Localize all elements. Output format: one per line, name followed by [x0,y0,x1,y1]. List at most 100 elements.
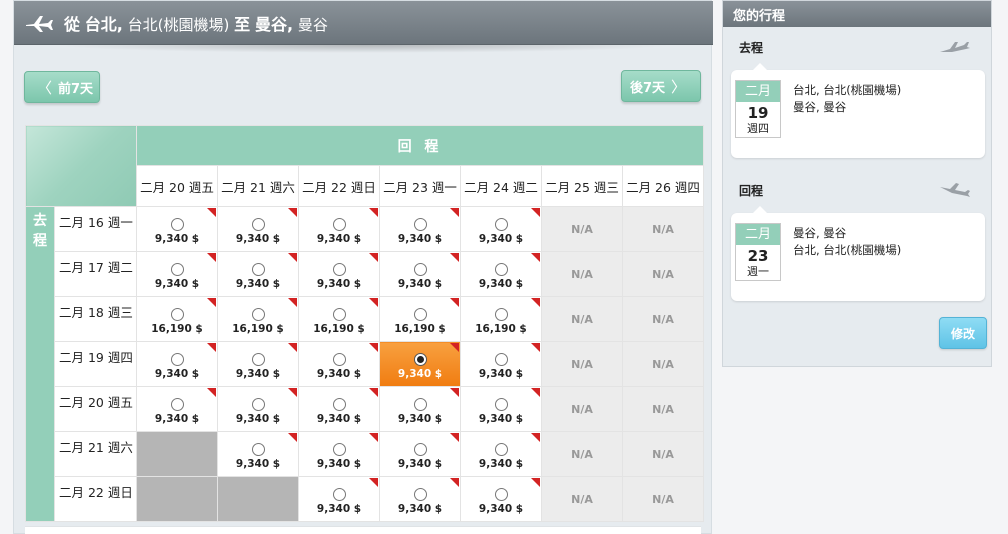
fare-cell[interactable]: 16,190 $ [136,296,218,342]
fare-cell[interactable]: 9,340 $ [217,386,299,432]
fare-radio[interactable] [413,307,427,321]
fare-cell[interactable]: 9,340 $ [298,341,380,387]
table-row: 二月 22 週日 9,340 $ 9,340 $ 9,340 $ N/A N/A [26,476,704,522]
fare-cell[interactable]: 9,340 $ [298,251,380,297]
fare-radio[interactable] [170,307,184,321]
fare-cell[interactable]: 9,340 $ [460,251,542,297]
itinerary-panel: 您的行程 去程 二月 19 週四 台北, 台北(桃園機場) 曼谷, 曼谷 回程 … [722,0,992,367]
table-row: 二月 19 週四 9,340 $ 9,340 $ 9,340 $ 9,340 $ 9,34… [26,341,704,387]
na-cell: N/A [541,296,623,342]
return-label: 回程 [739,184,764,198]
fare-cell[interactable]: 16,190 $ [298,296,380,342]
fare-radio[interactable] [251,262,265,276]
fare-cell[interactable]: 9,340 $ [136,251,218,297]
fare-price: 9,340 $ [154,412,200,425]
airplane-takeoff-icon [940,42,970,52]
unavailable-cell [217,476,299,522]
fare-radio[interactable] [494,307,508,321]
fare-cell[interactable]: 9,340 $ [379,341,461,387]
fare-radio[interactable] [494,397,508,411]
fare-radio[interactable] [332,397,346,411]
unavailable-cell [136,431,218,477]
fare-price: 16,190 $ [151,322,203,335]
fare-radio[interactable] [494,352,508,366]
fare-radio[interactable] [170,397,184,411]
fare-price: 16,190 $ [475,322,527,335]
fare-radio[interactable] [494,262,508,276]
fare-flag-icon [369,343,378,352]
fare-flag-icon [288,208,297,217]
fare-cell[interactable]: 9,340 $ [298,476,380,522]
fare-price: 9,340 $ [316,232,362,245]
fare-radio[interactable] [413,217,427,231]
fare-flag-icon [369,433,378,442]
fare-radio[interactable] [170,217,184,231]
fare-cell[interactable]: 16,190 $ [217,296,299,342]
fare-radio[interactable] [413,442,427,456]
fare-cell[interactable]: 9,340 $ [460,206,542,252]
fare-radio[interactable] [332,307,346,321]
fare-cell[interactable]: 9,340 $ [379,476,461,522]
fare-price: 9,340 $ [478,367,524,380]
fare-cell[interactable]: 9,340 $ [298,206,380,252]
fare-radio[interactable] [332,352,346,366]
edit-button[interactable]: 修改 [939,317,987,349]
return-date-header: 二月 21 週六 [217,165,299,207]
fare-radio[interactable] [413,262,427,276]
fare-flag-icon [531,433,540,442]
fare-cell[interactable]: 9,340 $ [460,431,542,477]
fare-radio[interactable] [170,352,184,366]
fare-price: 16,190 $ [313,322,365,335]
fare-radio[interactable] [413,352,427,366]
fare-radio[interactable] [251,442,265,456]
fare-cell[interactable]: 9,340 $ [298,386,380,432]
fare-price: 9,340 $ [478,502,524,515]
fare-radio[interactable] [413,397,427,411]
fare-radio[interactable] [251,352,265,366]
fare-flag-icon [450,433,459,442]
fare-radio[interactable] [494,217,508,231]
fare-radio[interactable] [251,397,265,411]
fare-radio[interactable] [332,262,346,276]
fare-flag-icon [531,388,540,397]
fare-radio[interactable] [494,442,508,456]
fare-cell[interactable]: 9,340 $ [379,431,461,477]
fare-cell[interactable]: 9,340 $ [298,431,380,477]
fare-price: 9,340 $ [316,277,362,290]
fare-cell[interactable]: 9,340 $ [379,251,461,297]
fare-radio[interactable] [251,217,265,231]
fare-cell[interactable]: 9,340 $ [217,341,299,387]
next-7-days-button[interactable]: 後7天 〉 [621,70,701,102]
prev-7-days-button[interactable]: 〈 前7天 [24,71,100,103]
na-cell: N/A [622,206,704,252]
fare-cell[interactable]: 9,340 $ [460,341,542,387]
fare-cell[interactable]: 9,340 $ [136,386,218,432]
fare-cell[interactable]: 9,340 $ [217,431,299,477]
fare-cell[interactable]: 9,340 $ [379,386,461,432]
fare-cell[interactable]: 9,340 $ [217,251,299,297]
return-date-header: 二月 24 週二 [460,165,542,207]
return-route: 曼谷, 曼谷 台北, 台北(桃園機場) [793,226,902,257]
fare-cell[interactable]: 16,190 $ [460,296,542,342]
fare-cell[interactable]: 9,340 $ [460,386,542,432]
outbound-date: 二月 17 週二 [54,251,137,297]
fare-radio[interactable] [494,487,508,501]
fare-cell[interactable]: 9,340 $ [136,341,218,387]
fare-radio[interactable] [251,307,265,321]
fare-radio[interactable] [413,487,427,501]
fare-cell[interactable]: 9,340 $ [217,206,299,252]
fare-cell[interactable]: 9,340 $ [136,206,218,252]
fare-radio[interactable] [170,262,184,276]
fare-cell[interactable]: 16,190 $ [379,296,461,342]
return-date-header: 二月 23 週一 [379,165,461,207]
fare-radio[interactable] [332,442,346,456]
fare-price: 16,190 $ [232,322,284,335]
return-date-header: 二月 20 週五 [136,165,218,207]
na-cell: N/A [541,431,623,477]
fare-cell[interactable]: 9,340 $ [460,476,542,522]
fare-cell[interactable]: 9,340 $ [379,206,461,252]
fare-radio[interactable] [332,487,346,501]
fare-price: 9,340 $ [397,412,443,425]
fare-radio[interactable] [332,217,346,231]
na-cell: N/A [622,341,704,387]
